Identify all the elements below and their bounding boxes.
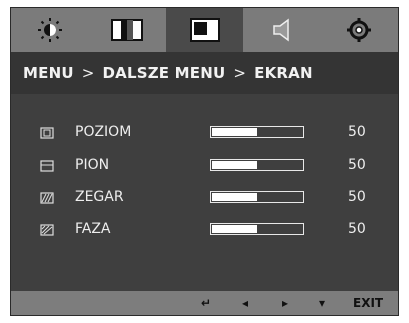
right-icon: ▸ — [282, 296, 289, 310]
setting-row-clock[interactable]: ZEGAR 50 — [11, 187, 398, 211]
clock-icon — [40, 192, 54, 204]
breadcrumb-menu: MENU — [23, 64, 74, 82]
setting-label: POZIOM — [75, 124, 132, 140]
tab-contrast[interactable] — [88, 8, 165, 52]
screen-icon — [189, 18, 220, 42]
breadcrumb-current: EKRAN — [254, 64, 313, 82]
exit-button[interactable]: EXIT — [353, 296, 383, 310]
vertical-position-icon — [40, 160, 54, 172]
osd-menu: MENU > DALSZE MENU > EKRAN POZIOM 50 PIO… — [10, 7, 399, 316]
setting-value: 50 — [348, 189, 366, 205]
phase-icon — [40, 224, 54, 236]
breadcrumb-submenu: DALSZE MENU — [102, 64, 226, 82]
slider-fill — [212, 225, 257, 233]
tab-brightness[interactable] — [11, 8, 88, 52]
setting-row-horizontal-position[interactable]: POZIOM 50 — [11, 122, 398, 146]
settings-gear-icon — [347, 18, 372, 42]
enter-button[interactable]: ↵ — [201, 296, 211, 310]
osd-tab-bar — [11, 8, 398, 52]
setting-label: FAZA — [75, 221, 111, 237]
setting-label: ZEGAR — [75, 189, 124, 205]
down-button[interactable]: ▾ — [319, 296, 325, 310]
sound-icon — [273, 18, 289, 42]
enter-icon: ↵ — [201, 296, 212, 310]
down-icon: ▾ — [319, 296, 326, 310]
contrast-icon — [111, 19, 144, 41]
clock-slider[interactable] — [210, 191, 304, 203]
phase-slider[interactable] — [210, 223, 304, 235]
setting-row-phase[interactable]: FAZA 50 — [11, 219, 398, 243]
setting-value: 50 — [348, 124, 366, 140]
slider-fill — [212, 193, 257, 201]
setting-label: PION — [75, 157, 110, 173]
setting-value: 50 — [348, 157, 366, 173]
tab-screen[interactable] — [165, 8, 244, 52]
tab-settings[interactable] — [321, 8, 398, 52]
tab-sound[interactable] — [243, 8, 320, 52]
breadcrumb-separator: > — [233, 64, 247, 82]
horizontal-position-slider[interactable] — [210, 126, 304, 138]
osd-footer: ↵ ◂ ▸ ▾ EXIT — [11, 291, 398, 315]
setting-row-vertical-position[interactable]: PION 50 — [11, 155, 398, 179]
left-icon: ◂ — [242, 296, 249, 310]
vertical-position-slider[interactable] — [210, 159, 304, 171]
slider-fill — [212, 128, 257, 136]
slider-fill — [212, 161, 257, 169]
breadcrumb-separator: > — [81, 64, 95, 82]
right-button[interactable]: ▸ — [282, 296, 288, 310]
setting-value: 50 — [348, 221, 366, 237]
brightness-icon — [37, 18, 62, 42]
horizontal-position-icon — [40, 127, 54, 139]
breadcrumb: MENU > DALSZE MENU > EKRAN — [11, 52, 398, 94]
left-button[interactable]: ◂ — [242, 296, 248, 310]
